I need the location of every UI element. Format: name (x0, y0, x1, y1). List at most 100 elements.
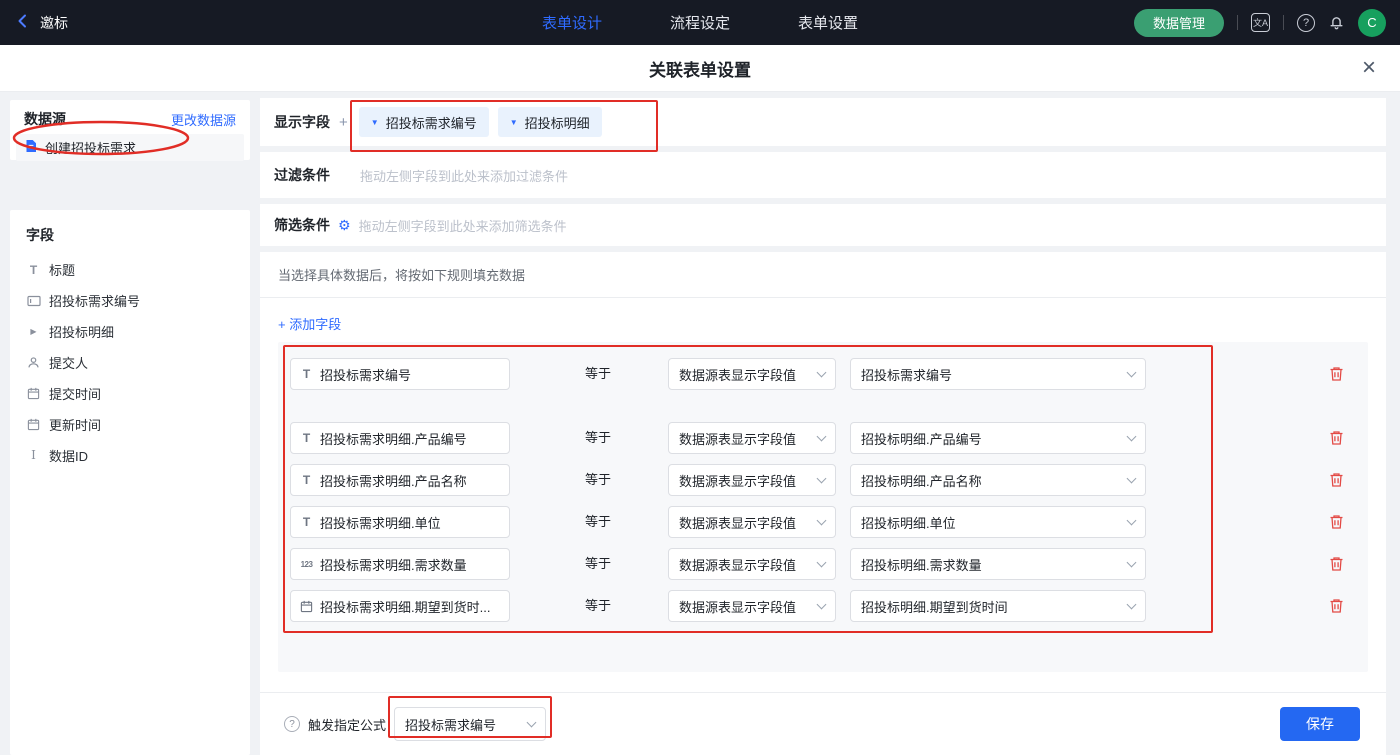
gear-icon[interactable]: ⚙ (338, 217, 351, 234)
field-item-bid-number[interactable]: 招投标需求编号 (10, 285, 250, 316)
rule-row: 招投标需求明细.产品名称 等于 数据源表显示字段值 招投标明细.产品名称 (278, 464, 1368, 496)
rule-field-label: 招投标需求明细.期望到货时... (320, 597, 490, 616)
datasource-panel: 数据源 更改数据源 创建招投标需求 (10, 100, 250, 160)
field-item-title[interactable]: 标题 (10, 254, 250, 285)
field-item-label: 提交人 (49, 353, 88, 372)
topbar-separator (1283, 15, 1284, 30)
source-type-value: 数据源表显示字段值 (679, 429, 796, 448)
rule-field-label: 招投标需求明细.产品编号 (320, 429, 467, 448)
trigger-formula-select[interactable]: 招投标需求编号 (394, 707, 546, 741)
display-fields-label: 显示字段 (274, 112, 330, 132)
filter-condition-row: 过滤条件 拖动左侧字段到此处来添加过滤条件 (260, 152, 1386, 198)
topbar-separator (1237, 15, 1238, 30)
field-item-label: 标题 (49, 260, 75, 279)
chevron-down-icon (817, 431, 827, 441)
avatar[interactable]: C (1358, 9, 1386, 37)
field-item-submitter[interactable]: 提交人 (10, 347, 250, 378)
topbar-right: 数据管理 文A ? C (1134, 9, 1386, 37)
source-field-value: 招投标明细.期望到货时间 (861, 597, 1008, 616)
modal-footer: ? 触发指定公式 招投标需求编号 保存 (260, 692, 1386, 755)
help-icon[interactable]: ? (284, 716, 300, 732)
rule-operator: 等于 (585, 590, 611, 622)
source-field-value: 招投标明细.产品名称 (861, 471, 982, 490)
rule-field-box[interactable]: 招投标需求明细.单位 (290, 506, 510, 538)
delete-rule-button[interactable] (1329, 366, 1344, 382)
display-fields-row: 显示字段 + ▼ 招投标需求编号 ▼ 招投标明细 (260, 98, 1386, 146)
source-field-select[interactable]: 招投标需求编号 (850, 358, 1146, 390)
chevron-down-icon (1127, 557, 1137, 567)
data-manage-button[interactable]: 数据管理 (1134, 9, 1224, 37)
chevron-down-icon (1127, 367, 1137, 377)
rule-field-box[interactable]: 招投标需求明细.产品编号 (290, 422, 510, 454)
source-type-select[interactable]: 数据源表显示字段值 (668, 548, 836, 580)
delete-rule-button[interactable] (1329, 514, 1344, 530)
page-title: 关联表单设置 (649, 56, 751, 81)
source-field-select[interactable]: 招投标明细.期望到货时间 (850, 590, 1146, 622)
source-type-select[interactable]: 数据源表显示字段值 (668, 422, 836, 454)
trigger-formula-value: 招投标需求编号 (405, 715, 496, 734)
rule-field-box[interactable]: 招投标需求编号 (290, 358, 510, 390)
translate-icon[interactable]: 文A (1251, 13, 1270, 32)
rule-operator: 等于 (585, 548, 611, 580)
source-type-select[interactable]: 数据源表显示字段值 (668, 358, 836, 390)
id-icon (26, 448, 41, 463)
display-field-chip[interactable]: ▼ 招投标需求编号 (359, 107, 489, 137)
field-item-bid-detail[interactable]: 招投标明细 (10, 316, 250, 347)
chevron-down-icon (1127, 473, 1137, 483)
display-field-chip[interactable]: ▼ 招投标明细 (498, 107, 602, 137)
rule-operator: 等于 (585, 506, 611, 538)
text-field-icon (26, 263, 41, 277)
tab-process-setting[interactable]: 流程设定 (670, 12, 730, 33)
rule-operator: 等于 (585, 358, 611, 390)
sift-dropzone[interactable]: 拖动左侧字段到此处来添加筛选条件 (359, 216, 567, 235)
source-type-select[interactable]: 数据源表显示字段值 (668, 506, 836, 538)
sift-condition-label: 筛选条件 (274, 215, 330, 235)
delete-rule-button[interactable] (1329, 556, 1344, 572)
source-field-select[interactable]: 招投标明细.需求数量 (850, 548, 1146, 580)
field-item-data-id[interactable]: 数据ID (10, 440, 250, 471)
delete-rule-button[interactable] (1329, 430, 1344, 446)
rule-row: 招投标需求编号 等于 数据源表显示字段值 招投标需求编号 (278, 358, 1368, 390)
rule-operator: 等于 (585, 422, 611, 454)
chevron-down-icon (527, 717, 537, 727)
help-icon[interactable]: ? (1297, 14, 1315, 32)
chevron-down-icon: ▼ (371, 118, 379, 127)
close-icon[interactable]: × (1362, 56, 1376, 80)
tab-form-setting[interactable]: 表单设置 (798, 12, 858, 33)
back-button[interactable] (14, 12, 32, 33)
chevron-down-icon (817, 515, 827, 525)
rule-field-box[interactable]: 招投标需求明细.产品名称 (290, 464, 510, 496)
rule-field-box[interactable]: 招投标需求明细.需求数量 (290, 548, 510, 580)
rule-field-box[interactable]: 招投标需求明细.期望到货时... (290, 590, 510, 622)
change-datasource-link[interactable]: 更改数据源 (171, 110, 236, 129)
text-field-icon (299, 431, 314, 445)
tab-form-design[interactable]: 表单设计 (542, 12, 602, 33)
notification-bell-icon[interactable] (1328, 14, 1345, 31)
fields-panel-title: 字段 (10, 210, 250, 254)
delete-rule-button[interactable] (1329, 598, 1344, 614)
calendar-icon (26, 418, 41, 431)
source-field-select[interactable]: 招投标明细.单位 (850, 506, 1146, 538)
topbar-left: 邀标 (14, 12, 68, 33)
source-field-select[interactable]: 招投标明细.产品名称 (850, 464, 1146, 496)
filter-dropzone[interactable]: 拖动左侧字段到此处来添加过滤条件 (360, 166, 568, 185)
fill-rules-hint: 当选择具体数据后，将按如下规则填充数据 (260, 252, 1386, 298)
chevron-down-icon (817, 557, 827, 567)
field-item-update-time[interactable]: 更新时间 (10, 409, 250, 440)
field-item-submit-time[interactable]: 提交时间 (10, 378, 250, 409)
document-icon (24, 139, 38, 156)
source-type-select[interactable]: 数据源表显示字段值 (668, 464, 836, 496)
add-display-field-icon[interactable]: + (339, 114, 348, 131)
add-field-link[interactable]: + 添加字段 (278, 314, 341, 333)
save-button[interactable]: 保存 (1280, 707, 1360, 741)
text-field-icon (299, 515, 314, 529)
source-type-value: 数据源表显示字段值 (679, 471, 796, 490)
rule-row: 招投标需求明细.产品编号 等于 数据源表显示字段值 招投标明细.产品编号 (278, 422, 1368, 454)
datasource-item[interactable]: 创建招投标需求 (16, 134, 244, 161)
source-field-select[interactable]: 招投标明细.产品编号 (850, 422, 1146, 454)
source-type-select[interactable]: 数据源表显示字段值 (668, 590, 836, 622)
chevron-down-icon (1127, 431, 1137, 441)
datasource-title: 数据源 (24, 109, 66, 129)
chevron-down-icon (1127, 515, 1137, 525)
delete-rule-button[interactable] (1329, 472, 1344, 488)
